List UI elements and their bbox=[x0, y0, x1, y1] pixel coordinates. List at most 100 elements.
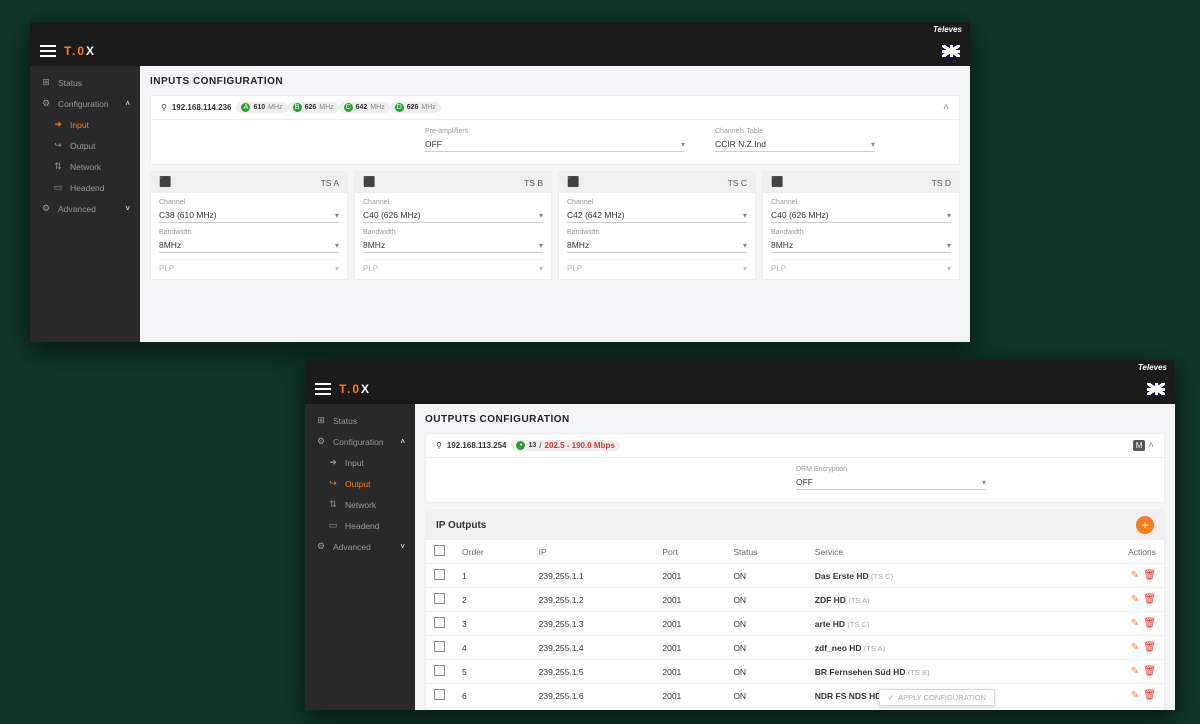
sidebar-item-label: Configuration bbox=[58, 99, 109, 109]
ip-outputs-section: IP Outputs + Order IP Port Status Servic… bbox=[425, 509, 1165, 710]
sidebar-icon: ➜ bbox=[327, 457, 339, 468]
ts-card: ⬛TS AChannelC38 (610 MHz)▾Bandwidth8MHz▾… bbox=[150, 171, 348, 280]
sidebar-icon: ⇅ bbox=[52, 161, 64, 172]
chtable-select[interactable]: CCIR N.Z.Ind▾ bbox=[715, 137, 875, 152]
channel-select[interactable]: C42 (642 MHz)▾ bbox=[567, 208, 747, 223]
preamp-label: Pre-amplifiers bbox=[425, 128, 685, 135]
col-order: Order bbox=[454, 540, 531, 564]
status-dot-icon: D bbox=[395, 103, 404, 112]
edit-icon[interactable]: ✎ bbox=[1131, 666, 1139, 677]
sidebar-item-headend[interactable]: ▭Headend bbox=[305, 515, 415, 536]
inputs-window: Televes T.0X ⊞Status⚙Configuration˄➜Inpu… bbox=[30, 22, 970, 342]
sidebar-item-input[interactable]: ➜Input bbox=[30, 114, 140, 135]
channel-select[interactable]: C38 (610 MHz)▾ bbox=[159, 208, 339, 223]
sidebar-item-configuration[interactable]: ⚙Configuration˄ bbox=[30, 93, 140, 114]
plp-select[interactable]: PLP▾ bbox=[567, 259, 747, 273]
channel-select[interactable]: C40 (626 MHz)▾ bbox=[771, 208, 951, 223]
sidebar-item-status[interactable]: ⊞Status bbox=[305, 410, 415, 431]
section-title: IP Outputs bbox=[436, 520, 486, 531]
language-flag-icon[interactable] bbox=[942, 45, 960, 57]
plp-select[interactable]: PLP▾ bbox=[363, 259, 543, 273]
plp-select[interactable]: PLP▾ bbox=[771, 259, 951, 273]
delete-icon[interactable]: 🗑 bbox=[1143, 690, 1156, 701]
sidebar-icon: ↪ bbox=[52, 140, 64, 151]
edit-icon[interactable]: ✎ bbox=[1131, 690, 1139, 701]
select-all-checkbox[interactable] bbox=[434, 545, 445, 556]
sidebar: ⊞Status⚙Configuration˄➜Input↪Output⇅Netw… bbox=[305, 404, 415, 710]
hamburger-icon[interactable] bbox=[40, 45, 56, 57]
cell-status: ON bbox=[725, 684, 806, 708]
ts-cards: ⬛TS AChannelC38 (610 MHz)▾Bandwidth8MHz▾… bbox=[150, 171, 960, 280]
plp-select[interactable]: PLP▾ bbox=[159, 259, 339, 273]
window-titlebar: Televes bbox=[30, 22, 970, 36]
freq-badge: B626MHz bbox=[288, 102, 339, 113]
delete-icon[interactable]: 🗑 bbox=[1143, 666, 1156, 677]
cell-port: 2001 bbox=[654, 636, 725, 660]
delete-icon[interactable]: 🗑 bbox=[1143, 642, 1156, 653]
edit-icon[interactable]: ✎ bbox=[1131, 642, 1139, 653]
cell-status: ON bbox=[725, 612, 806, 636]
cell-order: 7 bbox=[454, 708, 531, 711]
sidebar-item-configuration[interactable]: ⚙Configuration˄ bbox=[305, 431, 415, 452]
delete-icon[interactable]: 🗑 bbox=[1143, 570, 1156, 581]
cell-status: ON bbox=[725, 636, 806, 660]
ts-title: TS B bbox=[524, 178, 543, 188]
bandwidth-label: Bandwidth bbox=[771, 229, 951, 236]
module-header: ⚲ 192.168.114.236 A610MHzB626MHzC642MHzD… bbox=[150, 95, 960, 120]
sidebar-item-advanced[interactable]: ⚙Advanced˅ bbox=[305, 536, 415, 557]
row-checkbox[interactable] bbox=[434, 593, 445, 604]
add-output-button[interactable]: + bbox=[1136, 516, 1154, 534]
edit-icon[interactable]: ✎ bbox=[1131, 618, 1139, 629]
bandwidth-select[interactable]: 8MHz▾ bbox=[567, 238, 747, 253]
content-area: INPUTS CONFIGURATION ⚲ 192.168.114.236 A… bbox=[140, 66, 970, 342]
edit-icon[interactable]: ✎ bbox=[1131, 570, 1139, 581]
cell-status: ON bbox=[725, 708, 806, 711]
sidebar-item-network[interactable]: ⇅Network bbox=[30, 156, 140, 177]
table-row: 6239.255.1.62001ONNDR FS NDS HD (TS B)✎🗑 bbox=[426, 684, 1164, 708]
status-dot-icon: C bbox=[344, 103, 353, 112]
channel-select[interactable]: C40 (626 MHz)▾ bbox=[363, 208, 543, 223]
sidebar-icon: ⚙ bbox=[40, 203, 52, 214]
cell-status: ON bbox=[725, 564, 806, 588]
bandwidth-select[interactable]: 8MHz▾ bbox=[363, 238, 543, 253]
row-checkbox[interactable] bbox=[434, 641, 445, 652]
row-checkbox[interactable] bbox=[434, 617, 445, 628]
sidebar-item-status[interactable]: ⊞Status bbox=[30, 72, 140, 93]
language-flag-icon[interactable] bbox=[1147, 383, 1165, 395]
bandwidth-select[interactable]: 8MHz▾ bbox=[159, 238, 339, 253]
drm-label: DRM Encryption bbox=[796, 466, 986, 473]
apply-configuration-button[interactable]: ✓ APPLY CONFIGURATION bbox=[879, 689, 995, 706]
window-titlebar: Televes bbox=[305, 360, 1175, 374]
sidebar-item-output[interactable]: ↪Output bbox=[305, 473, 415, 494]
sidebar-item-network[interactable]: ⇅Network bbox=[305, 494, 415, 515]
hamburger-icon[interactable] bbox=[315, 383, 331, 395]
collapse-group[interactable]: M ˄ bbox=[1127, 440, 1154, 451]
sidebar-item-output[interactable]: ↪Output bbox=[30, 135, 140, 156]
drm-select[interactable]: OFF▾ bbox=[796, 475, 986, 490]
row-checkbox[interactable] bbox=[434, 665, 445, 676]
edit-icon[interactable]: ✎ bbox=[1131, 594, 1139, 605]
col-service: Service bbox=[807, 540, 1073, 564]
sidebar-item-input[interactable]: ➜Input bbox=[305, 452, 415, 473]
chevron-icon: ˅ bbox=[125, 204, 130, 213]
row-checkbox[interactable] bbox=[434, 689, 445, 700]
bandwidth-select[interactable]: 8MHz▾ bbox=[771, 238, 951, 253]
delete-icon[interactable]: 🗑 bbox=[1143, 618, 1156, 629]
cell-status: ON bbox=[725, 588, 806, 612]
cell-port: 2001 bbox=[654, 708, 725, 711]
sidebar-item-advanced[interactable]: ⚙Advanced˅ bbox=[30, 198, 140, 219]
row-checkbox[interactable] bbox=[434, 569, 445, 580]
collapse-icon[interactable]: ˄ bbox=[943, 102, 949, 113]
signal-icon: ⬛ bbox=[567, 177, 579, 188]
outputs-window: Televes T.0X ⊞Status⚙Configuration˄➜Inpu… bbox=[305, 360, 1175, 710]
sidebar-item-headend[interactable]: ▭Headend bbox=[30, 177, 140, 198]
delete-icon[interactable]: 🗑 bbox=[1143, 594, 1156, 605]
check-icon: ✓ bbox=[888, 693, 894, 702]
table-row: 4239.255.1.42001ONzdf_neo HD (TS A)✎🗑 bbox=[426, 636, 1164, 660]
cell-ip: 239.255.1.3 bbox=[531, 612, 655, 636]
preamp-select[interactable]: OFF▾ bbox=[425, 137, 685, 152]
chevron-icon: ˄ bbox=[125, 99, 130, 108]
channel-label: Channel bbox=[363, 199, 543, 206]
signal-icon: ⬛ bbox=[363, 177, 375, 188]
cell-order: 2 bbox=[454, 588, 531, 612]
